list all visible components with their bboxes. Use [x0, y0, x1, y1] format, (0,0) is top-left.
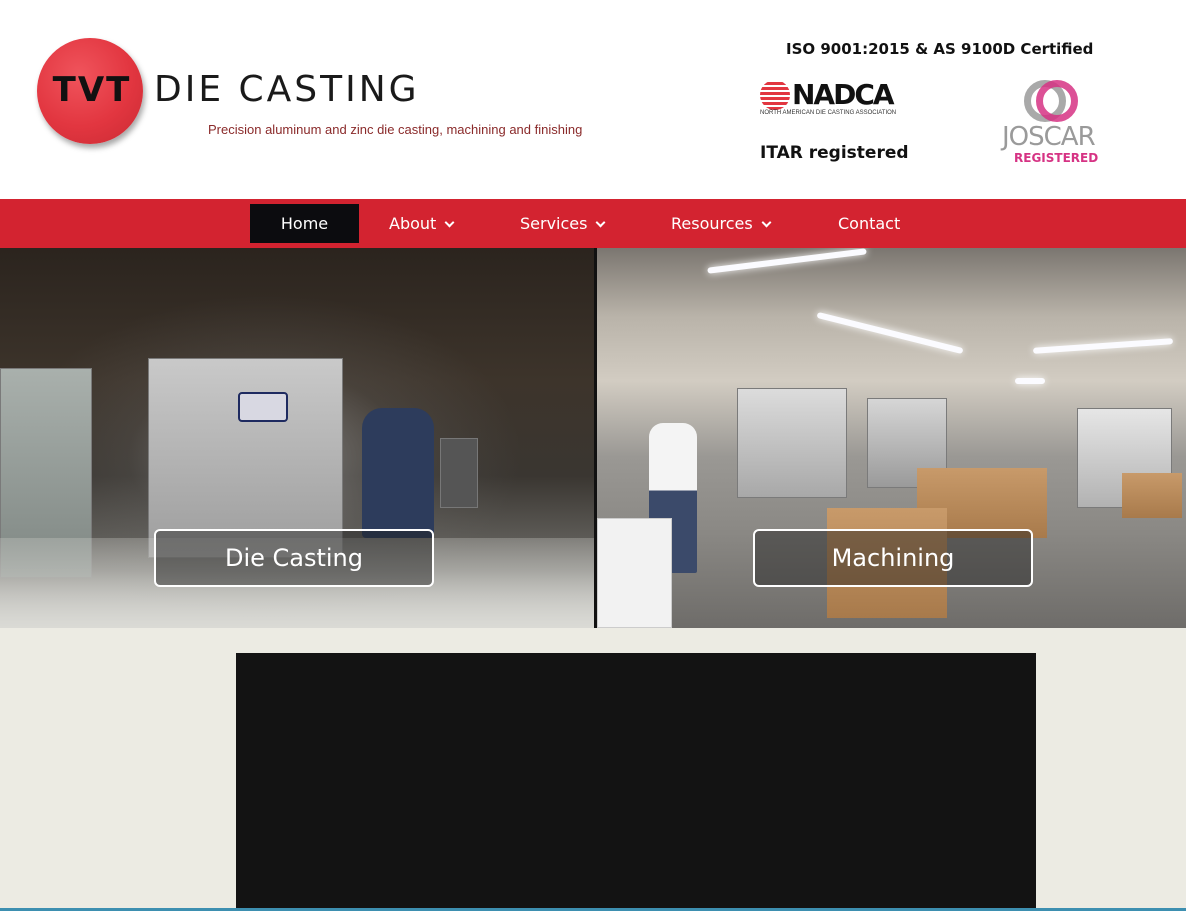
nadca-globe-icon: [760, 80, 790, 110]
nav-item-services[interactable]: Services: [520, 204, 606, 243]
nav-item-label: Home: [280, 214, 329, 233]
worker-figure: [362, 408, 434, 538]
nadca-subtitle: NORTH AMERICAN DIE CASTING ASSOCIATION: [760, 110, 897, 116]
joscar-registered: REGISTERED: [1014, 151, 1099, 165]
die-casting-button[interactable]: Die Casting: [154, 529, 434, 587]
site-header: TVT DIE CASTING Precision aluminum and z…: [0, 0, 1186, 199]
nadca-name: NADCA: [792, 78, 895, 111]
tagline: Precision aluminum and zinc die casting,…: [208, 122, 583, 137]
joscar-logo[interactable]: JOSCAR REGISTERED: [1000, 78, 1110, 170]
white-crate: [597, 518, 672, 628]
video-player[interactable]: [236, 653, 1036, 911]
nav-item-label: Services: [520, 214, 588, 233]
nav-item-resources[interactable]: Resources: [671, 204, 772, 243]
nav-item-label: Contact: [838, 214, 901, 233]
machine-badge: [238, 392, 288, 422]
nav-item-contact[interactable]: Contact: [838, 204, 900, 243]
cnc-machine: [737, 388, 847, 498]
gauge-panel: [440, 438, 478, 508]
joscar-name: JOSCAR: [1002, 122, 1096, 152]
nadca-logo[interactable]: NADCA NORTH AMERICAN DIE CASTING ASSOCIA…: [760, 78, 900, 120]
ceiling-light: [1032, 338, 1174, 354]
ceiling-light: [1015, 378, 1045, 384]
die-casting-photo: Die Casting: [0, 248, 594, 628]
chevron-down-icon: [761, 217, 772, 228]
logo-name: DIE CASTING: [154, 69, 420, 110]
nav-item-label: About: [389, 214, 437, 233]
main-nav: Home About Services Resources Contact: [0, 199, 1186, 248]
certification-text: ISO 9001:2015 & AS 9100D Certified: [786, 40, 1094, 58]
cardboard-box: [1122, 473, 1182, 518]
itar-text: ITAR registered: [760, 143, 909, 163]
ceiling-light: [707, 248, 867, 274]
joscar-ring-icon: [1036, 80, 1078, 122]
nav-item-home[interactable]: Home: [250, 204, 359, 243]
machining-button[interactable]: Machining: [753, 529, 1033, 587]
nav-item-label: Resources: [671, 214, 753, 233]
chevron-down-icon: [444, 217, 455, 228]
ceiling-light: [816, 311, 964, 355]
machining-photo: Machining: [597, 248, 1186, 628]
button-label: Machining: [831, 544, 955, 572]
nav-item-about[interactable]: About: [389, 204, 455, 243]
logo-mark: TVT: [52, 70, 132, 110]
machine-guard: [148, 358, 343, 558]
chevron-down-icon: [596, 217, 606, 228]
button-label: Die Casting: [224, 544, 364, 572]
